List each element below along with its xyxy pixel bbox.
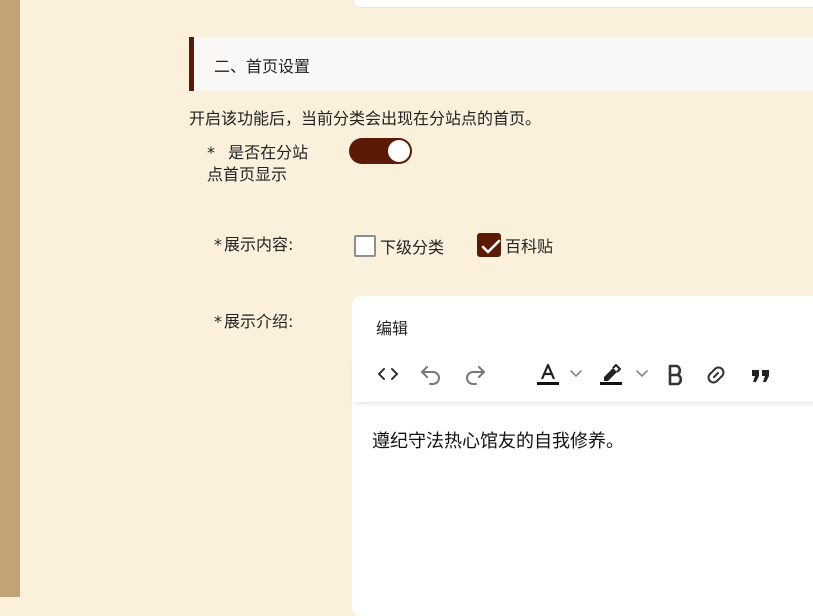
toggle-knob xyxy=(388,140,410,162)
homepage-display-label-line2: 点首页显示 xyxy=(207,165,288,184)
editor-title: 编辑 xyxy=(376,319,409,338)
code-icon[interactable] xyxy=(376,362,400,390)
link-icon[interactable] xyxy=(703,362,729,392)
font-color-dropdown-icon[interactable] xyxy=(568,366,584,386)
homepage-display-label: * 是否在分站 点首页显示 xyxy=(207,142,308,186)
section-header: 二、首页设置 xyxy=(189,37,813,91)
redo-icon[interactable] xyxy=(462,362,488,392)
checkbox-wiki-post[interactable]: 百科贴 xyxy=(477,233,553,257)
required-mark: * xyxy=(207,143,215,162)
undo-icon[interactable] xyxy=(418,362,444,392)
checkbox-label: 下级分类 xyxy=(380,238,445,257)
display-intro-label-text: 展示介绍: xyxy=(224,312,294,331)
editor-toolbar xyxy=(352,352,813,402)
sidebar-edge xyxy=(0,0,20,597)
highlight-dropdown-icon[interactable] xyxy=(634,366,650,386)
font-color-icon[interactable] xyxy=(535,362,561,392)
display-content-label: * 展示内容: xyxy=(214,234,293,256)
checkbox-subcategory[interactable]: 下级分类 xyxy=(354,234,444,258)
required-mark: * xyxy=(214,235,222,254)
previous-card-edge xyxy=(352,0,813,8)
display-intro-label: * 展示介绍: xyxy=(214,311,293,333)
homepage-display-toggle[interactable] xyxy=(349,138,412,164)
highlight-icon[interactable] xyxy=(598,362,624,392)
section-description: 开启该功能后，当前分类会出现在分站点的首页。 xyxy=(189,109,542,128)
quote-icon[interactable] xyxy=(749,362,773,392)
section-title: 二、首页设置 xyxy=(214,57,311,76)
rich-text-editor[interactable]: 编辑 遵纪守法热心馆友的自我修养。 xyxy=(352,296,813,616)
editor-content[interactable]: 遵纪守法热心馆友的自我修养。 xyxy=(372,427,624,453)
required-mark: * xyxy=(214,312,222,331)
display-content-label-text: 展示内容: xyxy=(224,235,294,254)
checkbox-label: 百科贴 xyxy=(505,237,554,256)
checkbox-box-checked[interactable] xyxy=(477,233,501,257)
bold-icon[interactable] xyxy=(664,362,688,392)
checkbox-box[interactable] xyxy=(354,235,376,257)
check-icon xyxy=(481,239,501,254)
homepage-display-label-line1: 是否在分站 xyxy=(228,143,309,162)
